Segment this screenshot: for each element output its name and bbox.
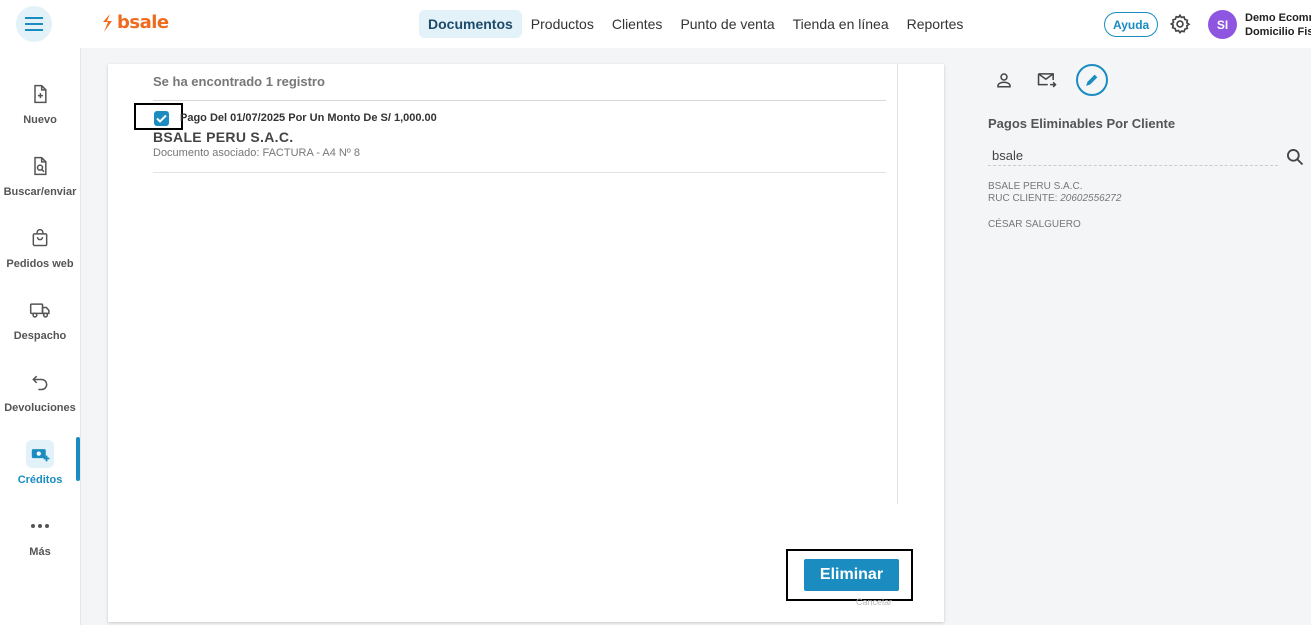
nav-clientes[interactable]: Clientes [603, 10, 672, 38]
undo-arrow-icon [32, 375, 48, 391]
check-icon [156, 114, 167, 123]
sidebar-item-despacho[interactable]: Despacho [0, 294, 80, 354]
help-button[interactable]: Ayuda [1104, 12, 1159, 37]
settings-button[interactable] [1169, 13, 1191, 40]
file-search-icon [34, 156, 47, 176]
sidebar-item-pedidos-web[interactable]: Pedidos web [0, 222, 80, 282]
account-info[interactable]: Demo Ecommerce Domicilio Fiscal [1245, 11, 1311, 39]
sidebar-item-label: Buscar/enviar [3, 186, 77, 198]
payment-description: Pago Del 01/07/2025 Por Un Monto De S/ 1… [180, 112, 437, 124]
nav-punto-de-venta[interactable]: Punto de venta [671, 10, 783, 38]
ruc-value: 20602556272 [1060, 193, 1122, 204]
logo-text: bsale [117, 12, 169, 33]
main-nav: Documentos Productos Clientes Punto de v… [419, 10, 972, 38]
file-plus-icon [34, 84, 47, 104]
search-button[interactable] [1285, 147, 1305, 172]
truck-icon [29, 303, 50, 318]
user-icon [997, 73, 1011, 88]
cancel-link[interactable]: Cancelar [856, 597, 892, 607]
card-divider [897, 64, 898, 504]
avatar[interactable]: SI [1208, 10, 1237, 39]
panel-ruc: RUC CLIENTE: 20602556272 [988, 193, 1121, 204]
client-search-input[interactable] [988, 146, 1278, 166]
list-divider [153, 172, 886, 173]
mail-forward-icon [1037, 73, 1057, 88]
bsale-logo-icon [103, 13, 112, 32]
sidebar-item-devoluciones[interactable]: Devoluciones [0, 366, 80, 426]
account-name: Demo Ecommerce [1245, 12, 1311, 24]
nav-reportes[interactable]: Reportes [898, 10, 973, 38]
top-bar: bsale Documentos Productos Clientes Punt… [0, 0, 1311, 48]
list-divider [153, 100, 886, 101]
delete-button[interactable]: Eliminar [804, 559, 899, 591]
hamburger-icon [25, 17, 43, 31]
sidebar-item-label: Devoluciones [4, 402, 76, 414]
account-branch: Domicilio Fiscal [1245, 26, 1311, 38]
search-icon [1287, 149, 1304, 166]
client-tool-button[interactable] [988, 64, 1020, 96]
bsale-logo[interactable]: bsale [100, 12, 169, 33]
ruc-label: RUC CLIENTE: [988, 193, 1058, 204]
panel-client-name: BSALE PERU S.A.C. [988, 181, 1083, 192]
nav-productos[interactable]: Productos [522, 10, 603, 38]
sidebar-item-label: Despacho [13, 330, 67, 342]
sidebar-item-creditos[interactable]: Créditos [0, 438, 80, 498]
panel-title: Pagos Eliminables Por Cliente [988, 116, 1176, 131]
result-count: Se ha encontrado 1 registro [153, 74, 325, 89]
sidebar-item-buscar-enviar[interactable]: Buscar/enviar [0, 150, 80, 210]
pencil-icon [1086, 74, 1098, 86]
nav-tienda-en-linea[interactable]: Tienda en línea [784, 10, 898, 38]
sidebar-item-label: Nuevo [23, 114, 57, 126]
money-plus-icon [31, 449, 50, 462]
record-checkbox[interactable] [154, 111, 169, 126]
sidebar-item-label: Pedidos web [6, 258, 74, 270]
record-client-name: BSALE PERU S.A.C. [153, 129, 294, 145]
associated-document: Documento asociado: FACTURA - A4 Nº 8 [153, 147, 360, 159]
active-indicator [76, 437, 80, 481]
sidebar-item-label: Más [29, 546, 51, 558]
panel-seller: CÉSAR SALGUERO [988, 219, 1081, 230]
sidebar-item-nuevo[interactable]: Nuevo [0, 78, 80, 138]
edit-button[interactable] [1076, 64, 1108, 96]
payments-card: Se ha encontrado 1 registro Pago Del 01/… [108, 64, 944, 622]
send-email-button[interactable] [1031, 64, 1063, 96]
gear-icon [1169, 13, 1191, 35]
more-dots-icon [31, 524, 49, 528]
menu-button[interactable] [16, 6, 52, 42]
shopping-bag-icon [32, 228, 48, 247]
sidebar-item-label: Créditos [17, 474, 63, 486]
nav-documentos[interactable]: Documentos [419, 10, 522, 38]
sidebar-item-mas[interactable]: Más [0, 510, 80, 570]
sidebar: Nuevo Buscar/enviar Pedidos web Despacho… [0, 48, 81, 625]
